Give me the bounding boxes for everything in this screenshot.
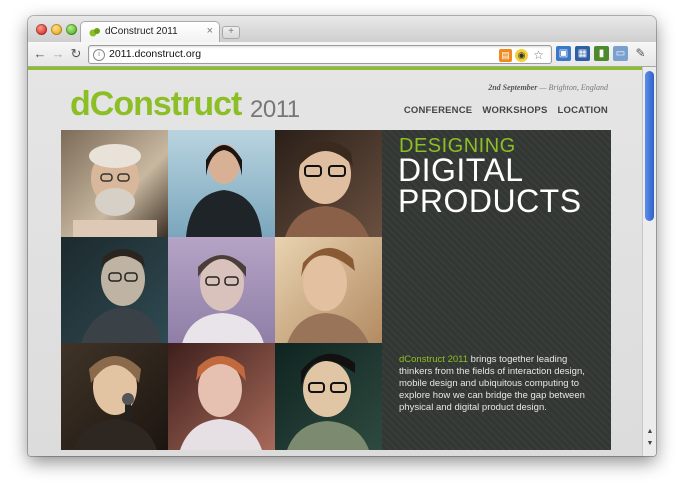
scroll-down-icon[interactable]: ▼ [644,439,656,449]
browser-toolbar: ← → ↻ i 2011.dconstruct.org ▤ ◉ ☆ ▣ ▦ ▮ … [28,42,656,67]
maximize-window-button[interactable] [66,24,77,35]
reload-icon[interactable]: ↻ [68,46,84,62]
speaker-photo [61,237,168,343]
site-nav: CONFERENCE WORKSHOPS LOCATION [404,105,608,116]
nav-conference[interactable]: CONFERENCE [404,105,473,116]
address-url[interactable]: 2011.dconstruct.org [109,48,201,60]
speaker-photo [168,343,275,450]
speaker-photo [168,237,275,343]
new-tab-button[interactable]: + [222,26,240,39]
nav-location[interactable]: LOCATION [557,105,608,116]
hero-heading-line2: PRODUCTS [398,183,582,219]
hero-blurb-accent: dConstruct 2011 [399,354,469,365]
hero-text-panel: DESIGNING DIGITAL PRODUCTS dConstruct 20… [382,130,611,450]
speaker-photo [168,130,275,237]
favicon-icon [89,28,100,37]
speaker-photo [275,130,382,237]
speaker-photo-grid [61,130,382,450]
rss-icon[interactable]: ▤ [499,49,512,62]
back-icon[interactable]: ← [32,46,48,62]
address-bar[interactable]: i 2011.dconstruct.org ▤ ◉ ☆ [88,45,552,64]
scrollbar-thumb[interactable] [645,71,654,221]
close-window-button[interactable] [36,24,47,35]
hero-blurb: dConstruct 2011 brings together leading … [399,354,599,414]
bookmark-star-icon[interactable]: ☆ [532,49,545,62]
scroll-up-icon[interactable]: ▲ [644,427,656,437]
minimize-window-button[interactable] [51,24,62,35]
nav-workshops[interactable]: WORKSHOPS [482,105,547,116]
page-content: dConstruct 2011 2nd September — Brighton… [28,70,642,456]
screen-icon[interactable]: ▣ [556,46,571,61]
site-logo-year: 2011 [250,96,300,123]
speaker-photo [275,343,382,450]
tab-close-icon[interactable]: × [207,25,213,37]
page-icon[interactable]: ▭ [613,46,628,61]
window-icon[interactable]: ▦ [575,46,590,61]
event-dateline: 2nd September — Brighton, England [488,83,608,92]
hero-section: DESIGNING DIGITAL PRODUCTS dConstruct 20… [61,130,611,450]
extension-icon[interactable]: ◉ [515,49,528,62]
site-logo[interactable]: dConstruct [70,85,242,124]
wrench-icon[interactable]: ✎ [633,46,648,61]
tab-title: dConstruct 2011 [105,26,178,37]
speaker-photo [61,343,168,450]
speaker-photo [275,237,382,343]
speaker-photo [61,130,168,237]
forward-icon[interactable]: → [50,46,66,62]
vertical-scrollbar[interactable]: ▲ ▼ [642,67,656,456]
browser-tab[interactable]: dConstruct 2011 × [80,21,220,43]
browser-window: dConstruct 2011 × + ← → ↻ i 2011.dconstr… [28,16,656,456]
title-bar: dConstruct 2011 × + [28,16,656,43]
event-location: — Brighton, England [539,83,608,92]
clipboard-icon[interactable]: ▮ [594,46,609,61]
event-date: 2nd September [488,83,538,92]
site-info-icon[interactable]: i [93,49,105,61]
